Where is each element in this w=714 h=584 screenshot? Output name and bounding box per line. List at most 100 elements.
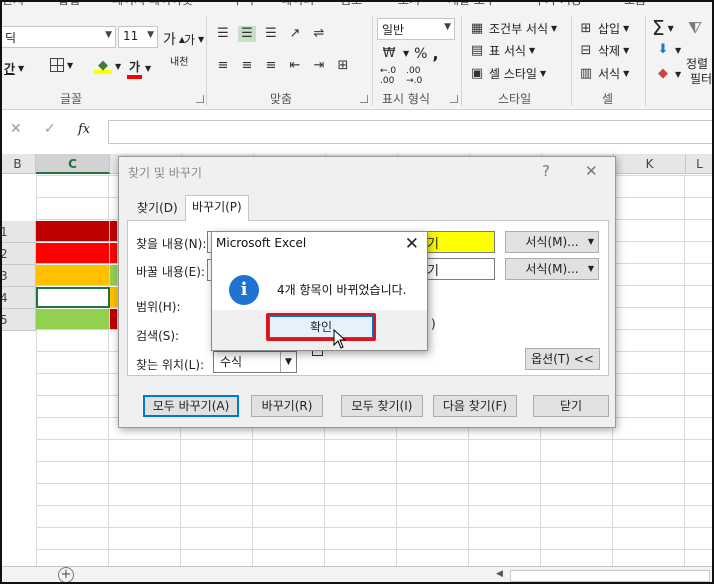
decrease-indent-icon[interactable]: ⇤: [286, 58, 304, 74]
increase-indent-icon[interactable]: ⇥: [310, 58, 328, 74]
cell-c-active[interactable]: [36, 287, 110, 308]
font-size-combo[interactable]: 11 ▼: [118, 26, 158, 48]
column-header-b[interactable]: B: [0, 154, 36, 174]
align-top-icon[interactable]: ☰: [214, 26, 232, 42]
scroll-left-icon[interactable]: ◀: [496, 569, 506, 581]
tab-help[interactable]: 도움: [624, 0, 646, 8]
look-in-select[interactable]: 수식 ▼: [213, 351, 297, 373]
align-center-icon[interactable]: ≡: [238, 58, 256, 74]
cell-d-red[interactable]: [110, 243, 118, 264]
underline-button[interactable]: 간 ▼: [4, 60, 24, 77]
shrink-font-button[interactable]: 가 ▼: [184, 31, 204, 48]
cell-c-green[interactable]: [36, 309, 110, 330]
format-icon: ▥: [579, 65, 593, 81]
replace-all-button[interactable]: 모두 바꾸기(A): [143, 395, 239, 417]
align-right-icon[interactable]: ≡: [262, 58, 280, 74]
align-middle-icon[interactable]: ☰: [238, 26, 256, 42]
tab-developer[interactable]: 개발 도구: [448, 0, 496, 8]
number-format-combo[interactable]: 일반 ▼: [377, 18, 455, 40]
row-header-4[interactable]: 4: [0, 287, 36, 309]
replace-button[interactable]: 바꾸기(R): [251, 395, 323, 417]
tab-formulas[interactable]: 수식: [232, 0, 254, 8]
dialog-title: 찾기 및 바꾸기: [128, 166, 202, 180]
find-next-button[interactable]: 다음 찾기(F): [433, 395, 517, 417]
tab-find[interactable]: 찾기(D): [131, 197, 184, 221]
clear-button[interactable]: ◆ ▼: [654, 66, 681, 82]
row-header-5[interactable]: 5: [0, 309, 36, 331]
column-header-l[interactable]: L: [686, 154, 714, 174]
fill-down-icon: ⬇: [657, 42, 669, 57]
cell-d-amber[interactable]: [110, 287, 118, 308]
currency-icon[interactable]: ₩: [380, 46, 398, 62]
font-dialog-launcher-icon[interactable]: [196, 95, 204, 103]
cancel-icon[interactable]: ✕: [10, 121, 22, 137]
delete-icon: ⊟: [580, 42, 592, 58]
cell-d-green[interactable]: [110, 265, 118, 286]
decrease-decimal-icon[interactable]: .00 →.0: [406, 66, 422, 86]
wrap-text-icon[interactable]: ⇌: [310, 26, 328, 42]
tab-insert[interactable]: 삽입: [58, 0, 80, 8]
conditional-format-label: 조건부 서식: [489, 22, 549, 36]
percent-button[interactable]: %: [414, 46, 427, 62]
grow-font-button[interactable]: 가 ▲: [163, 29, 185, 49]
cell-c-dark-red[interactable]: [36, 221, 110, 242]
close-icon[interactable]: ✕: [405, 234, 419, 254]
merge-center-icon[interactable]: ⊞: [334, 58, 352, 74]
orientation-icon[interactable]: ↗: [286, 26, 304, 42]
fill-color-button[interactable]: ◆ ▼: [94, 58, 121, 74]
eraser-icon: ◆: [658, 66, 668, 81]
align-left-icon[interactable]: ≡: [214, 58, 232, 74]
row-header-2[interactable]: 2: [0, 243, 36, 265]
conditional-format-button[interactable]: ▦ 조건부 서식 ▼: [468, 20, 557, 37]
comma-button[interactable]: ,: [432, 44, 438, 63]
cell-styles-button[interactable]: ▣ 셀 스타일 ▼: [468, 65, 546, 82]
tab-page-layout[interactable]: 페이지 레이아웃: [112, 0, 193, 8]
align-bottom-icon[interactable]: ☰: [262, 26, 280, 42]
replace-format-label: 서식(M)...: [525, 262, 579, 276]
tab-addins[interactable]: 추가 기능: [534, 0, 582, 8]
format-cells-button[interactable]: ▥ 서식 ▼: [577, 65, 629, 82]
delete-cells-button[interactable]: ⊟ 삭제 ▼: [577, 42, 630, 59]
tab-view[interactable]: 보기: [398, 0, 420, 8]
horizontal-scrollbar[interactable]: [510, 570, 710, 582]
formula-input[interactable]: [108, 120, 714, 144]
phonetic-button[interactable]: 내천: [170, 58, 192, 68]
close-dialog-button[interactable]: 닫기: [533, 395, 609, 417]
sort-filter-label-2[interactable]: 필터: [690, 70, 712, 87]
add-sheet-icon[interactable]: +: [58, 567, 74, 583]
font-name-combo[interactable]: 딕 ▼: [0, 26, 116, 48]
row-header-3[interactable]: 3: [0, 265, 36, 287]
tab-data[interactable]: 데이터: [281, 0, 314, 8]
ribbon-separator: [461, 16, 462, 106]
insert-cells-button[interactable]: ⊞ 삽입 ▼: [577, 20, 630, 37]
number-format-value: 일반: [382, 23, 405, 37]
fill-button[interactable]: ⬇ ▼: [654, 42, 682, 58]
increase-decimal-icon[interactable]: ←.0.00: [380, 66, 396, 86]
underline-fragment: 간: [4, 62, 16, 76]
chevron-down-icon: ▼: [551, 24, 558, 33]
borders-button[interactable]: ▼: [50, 58, 73, 72]
replace-format-button[interactable]: 서식(M)... ▼: [505, 258, 599, 280]
help-button[interactable]: ?: [542, 162, 550, 180]
cell-c-amber[interactable]: [36, 265, 110, 286]
find-format-button[interactable]: 서식(M)... ▼: [505, 231, 599, 253]
tab-replace[interactable]: 바꾸기(P): [185, 195, 249, 221]
column-header-c[interactable]: C: [36, 154, 110, 174]
enter-icon[interactable]: ✓: [44, 121, 56, 137]
tab-review[interactable]: 검토: [340, 0, 362, 8]
tab-cut-1[interactable]: 한지: [2, 0, 24, 8]
cell-c-red[interactable]: [36, 243, 110, 264]
alignment-dialog-launcher-icon[interactable]: [360, 95, 368, 103]
insert-function-icon[interactable]: fx: [78, 122, 90, 137]
autosum-button[interactable]: Σ ▼: [652, 16, 674, 40]
cell-d-dark-red-2[interactable]: [110, 309, 118, 330]
options-button[interactable]: 옵션(T) <<: [525, 348, 600, 370]
font-color-button[interactable]: 가 ▼: [127, 58, 151, 79]
close-button[interactable]: ✕: [585, 162, 598, 180]
column-header-k[interactable]: K: [614, 154, 686, 174]
number-dialog-launcher-icon[interactable]: [450, 95, 458, 103]
format-as-table-button[interactable]: ▤ 표 서식 ▼: [468, 42, 535, 59]
cell-d-dark-red[interactable]: [110, 221, 118, 242]
row-header-1[interactable]: 1: [0, 221, 36, 243]
find-all-button[interactable]: 모두 찾기(I): [341, 395, 423, 417]
